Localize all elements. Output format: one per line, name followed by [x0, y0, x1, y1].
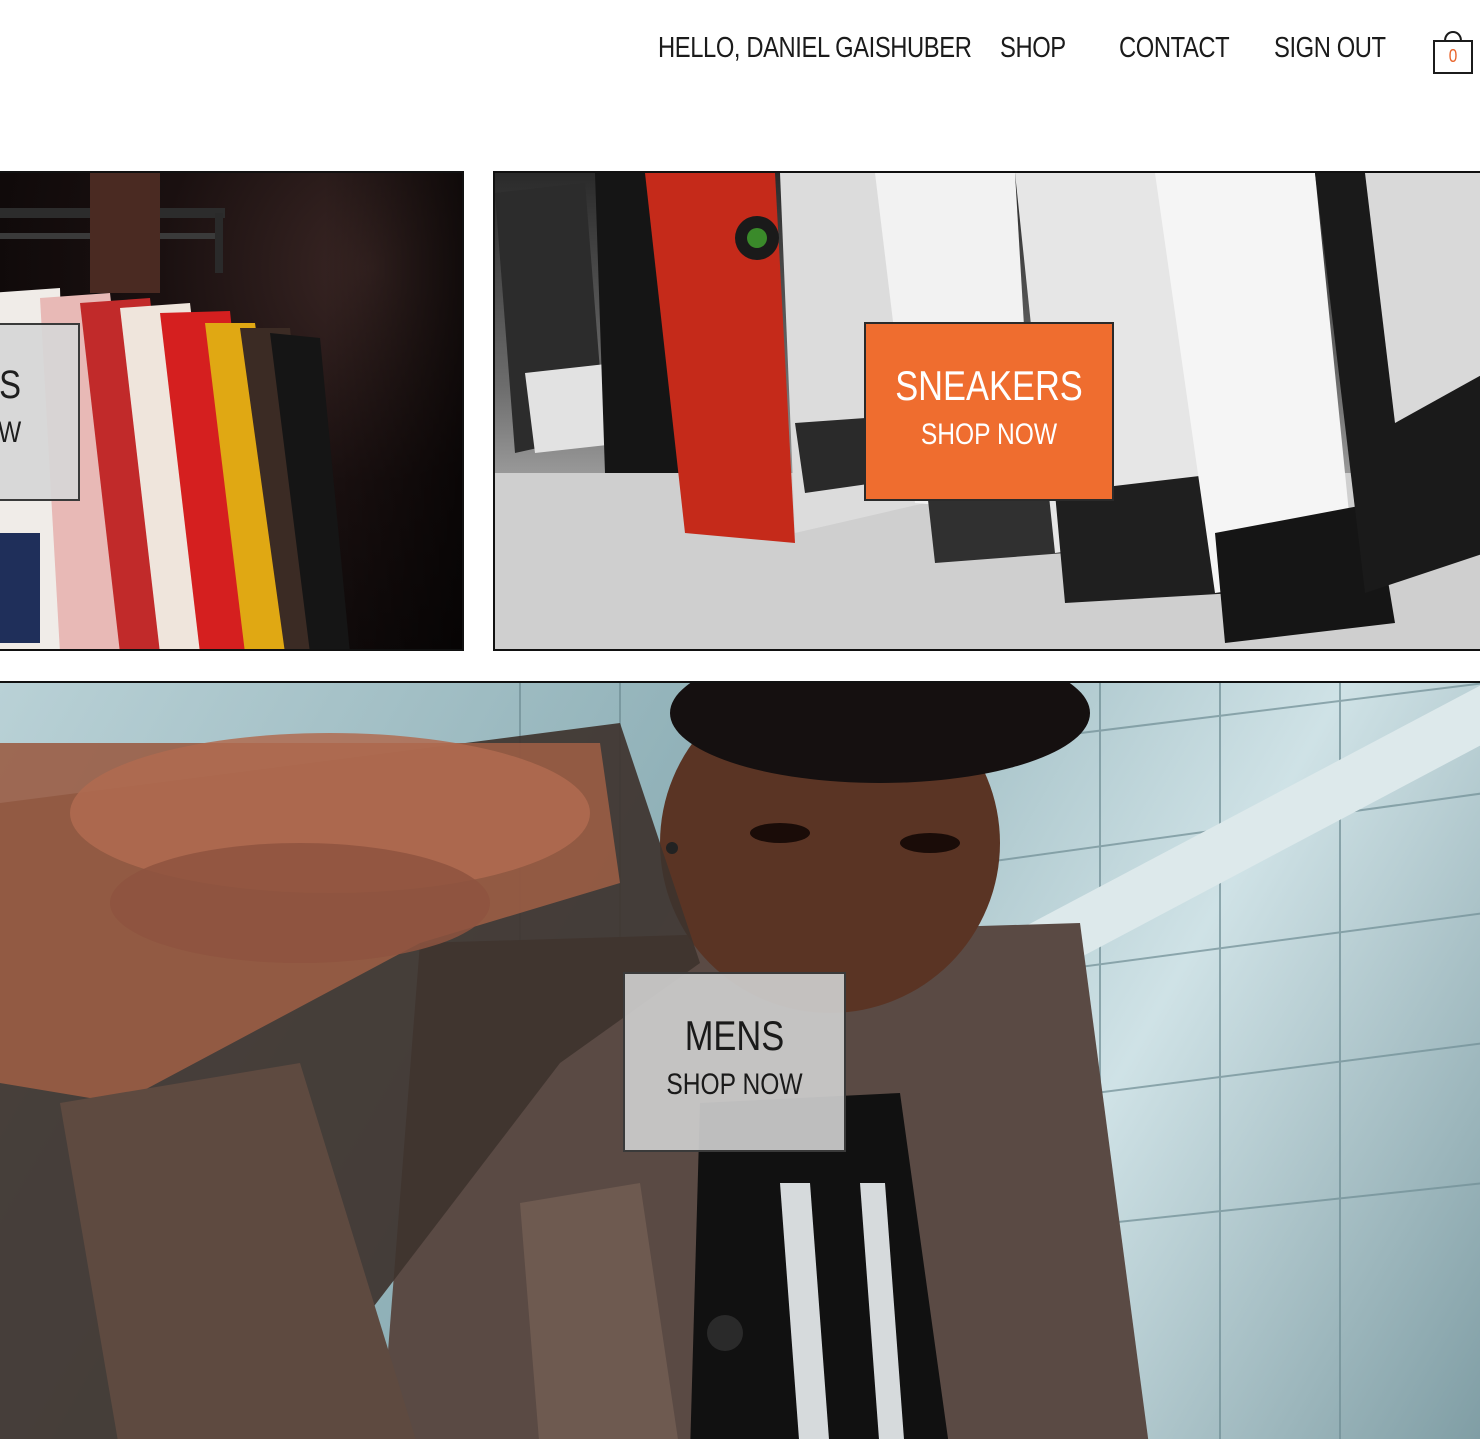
sneakers-category-tile[interactable]: SNEAKERS SHOP NOW [493, 171, 1480, 651]
nav-contact-link[interactable]: CONTACT [1119, 32, 1230, 72]
cart-count: 0 [1448, 46, 1458, 66]
mens-shop-now-button[interactable]: MENS SHOP NOW [623, 972, 846, 1152]
nav-sign-out-link[interactable]: SIGN OUT [1274, 32, 1386, 72]
mens-shop-now-label: SHOP NOW [666, 1068, 803, 1101]
sneakers-shop-now-label: SHOP NOW [920, 418, 1058, 451]
cart-button[interactable]: 0 [1432, 27, 1474, 75]
shirts-category-tile[interactable]: TS OW [0, 171, 464, 651]
shirts-shop-now-button[interactable]: TS OW [0, 323, 80, 501]
mens-title: MENS [684, 1012, 785, 1059]
nav-greeting-link[interactable]: HELLO, DANIEL GAISHUBER [658, 32, 972, 72]
sneakers-title: SNEAKERS [895, 362, 1083, 409]
sneakers-shop-now-button[interactable]: SNEAKERS SHOP NOW [864, 322, 1114, 501]
shirts-title: TS [0, 363, 21, 407]
nav-shop-link[interactable]: SHOP [1000, 32, 1066, 72]
site-header: HELLO, DANIEL GAISHUBER SHOP CONTACT SIG… [0, 0, 1480, 105]
shirts-shop-now-label: OW [0, 416, 22, 449]
mens-category-tile[interactable]: MENS SHOP NOW [0, 681, 1480, 1439]
